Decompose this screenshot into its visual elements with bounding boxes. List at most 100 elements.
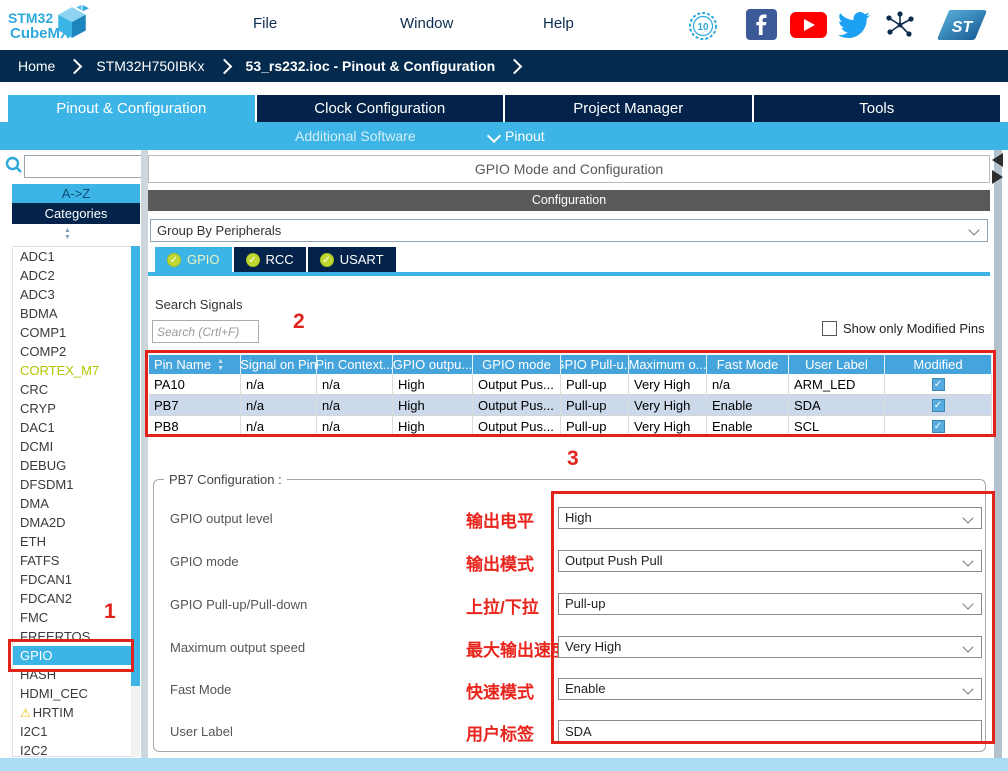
annotation-number-3: 3 (567, 447, 579, 471)
sidebar-item-comp1[interactable]: COMP1 (13, 323, 139, 342)
tab-clock-configuration[interactable]: Clock Configuration (257, 95, 506, 122)
user-label-label: User Label (170, 724, 233, 739)
breadcrumb-item-home[interactable]: Home (18, 58, 55, 74)
peripheral-tab-gpio[interactable]: ✓GPIO (155, 247, 232, 272)
sidebar-item-adc1[interactable]: ADC1 (13, 247, 139, 266)
sidebar-search-input[interactable] (24, 155, 144, 178)
sidebar-item-i2c2[interactable]: I2C2 (13, 741, 139, 757)
breadcrumb-item-stm32h750ibkx[interactable]: STM32H750IBKx (96, 58, 204, 74)
cell-signal-on-pin: n/a (241, 395, 317, 415)
modified-checkbox[interactable]: ✓ (932, 378, 945, 391)
sidebar-item-adc3[interactable]: ADC3 (13, 285, 139, 304)
search-signals-input[interactable] (152, 320, 259, 343)
tab-project-manager[interactable]: Project Manager (505, 95, 754, 122)
sidebar-item-hrtim[interactable]: ⚠HRTIM (13, 703, 139, 722)
menu-file[interactable]: File (253, 15, 277, 32)
sidebar-item-dma2d[interactable]: DMA2D (13, 513, 139, 532)
sidebar-item-dfsdm1[interactable]: DFSDM1 (13, 475, 139, 494)
chinese-annotation-user-label: 用户标签 (466, 720, 534, 745)
tab-tools[interactable]: Tools (754, 95, 1001, 122)
sidebar-item-fmc[interactable]: FMC (13, 608, 139, 627)
column-header-fast-mode[interactable]: Fast Mode (707, 355, 789, 374)
sidebar-item-i2c1[interactable]: I2C1 (13, 722, 139, 741)
additional-software-link[interactable]: Additional Software (295, 128, 416, 144)
config-row-gpio-pull-up-pull-down: GPIO Pull-up/Pull-down上拉/下拉Pull-up (154, 593, 985, 615)
column-header-label: GPIO Pull-u... (561, 357, 629, 372)
maximum-output-speed-select[interactable]: Very High (558, 636, 982, 658)
table-row-pb7[interactable]: PB7n/an/aHighOutput Pus...Pull-upVery Hi… (149, 395, 992, 416)
sidebar-item-label: FMC (20, 610, 48, 625)
sidebar-item-fdcan1[interactable]: FDCAN1 (13, 570, 139, 589)
sidebar-item-bdma[interactable]: BDMA (13, 304, 139, 323)
sidebar-item-gpio[interactable]: GPIO (13, 646, 139, 665)
annotation-number-2: 2 (293, 310, 305, 334)
modified-checkbox[interactable]: ✓ (932, 420, 945, 433)
breadcrumb-item-53-rs232-ioc-pinout-configuration[interactable]: 53_rs232.ioc - Pinout & Configuration (246, 58, 496, 74)
node-graph-icon[interactable] (884, 9, 916, 46)
column-header-user-label[interactable]: User Label (789, 355, 885, 374)
facebook-icon[interactable] (746, 9, 777, 45)
sidebar-item-crc[interactable]: CRC (13, 380, 139, 399)
collapse-left-icon[interactable] (992, 153, 1003, 167)
categories-button[interactable]: Categories (12, 203, 140, 224)
column-header-pin-name[interactable]: Pin Name▲▼ (149, 355, 241, 374)
sidebar-item-label: DFSDM1 (20, 477, 73, 492)
table-row-pa10[interactable]: PA10n/an/aHighOutput Pus...Pull-upVery H… (149, 374, 992, 395)
column-header-pin-context[interactable]: Pin Context... (317, 355, 393, 374)
sidebar-item-dcmi[interactable]: DCMI (13, 437, 139, 456)
cell-user-label: ARM_LED (789, 374, 885, 394)
select-value: Enable (565, 681, 605, 696)
cell-gpio-outpu: High (393, 374, 473, 394)
column-header-maximum-o[interactable]: Maximum o... (629, 355, 707, 374)
group-by-peripherals-select[interactable]: Group By Peripherals (150, 219, 988, 242)
sort-spinner[interactable]: ▲▼ (64, 227, 71, 241)
gpio-pull-up-pull-down-select[interactable]: Pull-up (558, 593, 982, 615)
pinout-menu[interactable]: Pinout (505, 128, 545, 144)
youtube-icon[interactable] (790, 12, 827, 43)
column-header-gpio-pull-u[interactable]: GPIO Pull-u... (561, 355, 629, 374)
sidebar-item-cortex-m7[interactable]: CORTEX_M7 (13, 361, 139, 380)
sidebar-item-fatfs[interactable]: FATFS (13, 551, 139, 570)
sidebar-item-label: ADC2 (20, 268, 55, 283)
sidebar-scrollbar-thumb[interactable] (131, 246, 140, 686)
sidebar-item-fdcan2[interactable]: FDCAN2 (13, 589, 139, 608)
sidebar-item-freertos[interactable]: FREERTOS (13, 627, 139, 646)
sidebar-item-hdmi-cec[interactable]: HDMI_CEC (13, 684, 139, 703)
sidebar-item-cryp[interactable]: CRYP (13, 399, 139, 418)
fast-mode-select[interactable]: Enable (558, 678, 982, 700)
fast-mode-label: Fast Mode (170, 682, 231, 697)
peripheral-tab-rcc[interactable]: ✓RCC (234, 247, 306, 272)
column-header-gpio-outpu[interactable]: GPIO outpu... (393, 355, 473, 374)
table-row-pb8[interactable]: PB8n/an/aHighOutput Pus...Pull-upVery Hi… (149, 416, 992, 437)
config-row-fast-mode: Fast Mode快速模式Enable (154, 678, 985, 700)
gpio-output-level-label: GPIO output level (170, 511, 273, 526)
sidebar-item-debug[interactable]: DEBUG (13, 456, 139, 475)
user-label-input[interactable] (558, 720, 982, 742)
twitter-icon[interactable] (838, 9, 870, 46)
menu-window[interactable]: Window (400, 15, 453, 32)
peripheral-tab-usart[interactable]: ✓USART (308, 247, 396, 272)
collapse-right-icon[interactable] (992, 170, 1003, 184)
sidebar-item-eth[interactable]: ETH (13, 532, 139, 551)
cell-user-label: SDA (789, 395, 885, 415)
sidebar-item-dac1[interactable]: DAC1 (13, 418, 139, 437)
gpio-mode-select[interactable]: Output Push Pull (558, 550, 982, 572)
column-header-signal-on-pin[interactable]: Signal on Pin (241, 355, 317, 374)
show-modified-checkbox[interactable] (822, 321, 837, 336)
sort-az-button[interactable]: A->Z (12, 184, 140, 203)
modified-checkbox[interactable]: ✓ (932, 399, 945, 412)
sidebar-item-comp2[interactable]: COMP2 (13, 342, 139, 361)
column-header-modified[interactable]: Modified (885, 355, 992, 374)
show-modified-pins: Show only Modified Pins (822, 320, 985, 336)
panel-splitter[interactable] (994, 150, 1002, 758)
gpio-output-level-select[interactable]: High (558, 507, 982, 529)
sidebar-item-dma[interactable]: DMA (13, 494, 139, 513)
menu-help[interactable]: Help (543, 15, 574, 32)
sidebar-item-adc2[interactable]: ADC2 (13, 266, 139, 285)
column-header-gpio-mode[interactable]: GPIO mode (473, 355, 561, 374)
sidebar-item-label: FREERTOS (20, 629, 90, 644)
top-bar: STM32 CubeMX File Window Help 10 (0, 0, 1008, 50)
sidebar-item-hash[interactable]: HASH (13, 665, 139, 684)
pb7-configuration-legend: PB7 Configuration : (164, 472, 287, 487)
tab-pinout-configuration[interactable]: Pinout & Configuration (8, 95, 257, 122)
